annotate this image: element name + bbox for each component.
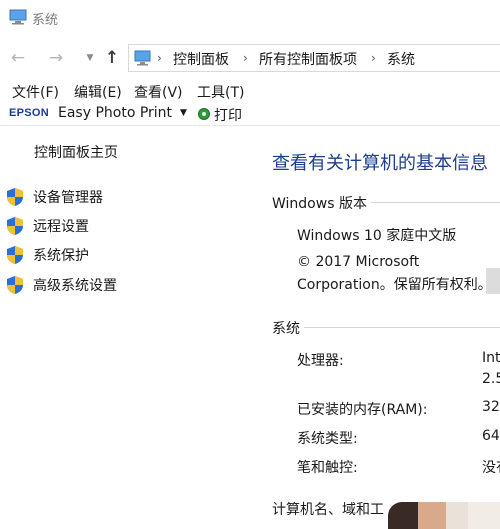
- title-bar: 系统: [0, 0, 500, 34]
- sidebar-item-label: 远程设置: [33, 219, 89, 235]
- control-panel-home-link[interactable]: 控制面板主页: [34, 142, 118, 162]
- forward-arrow-icon[interactable]: →: [46, 48, 66, 68]
- recent-locations-chevron-icon[interactable]: ▼: [80, 48, 100, 68]
- system-type-label: 系统类型:: [297, 431, 358, 447]
- breadcrumb-all-items[interactable]: 所有控制面板项: [259, 49, 357, 69]
- window-title: 系统: [32, 13, 59, 28]
- menu-edit[interactable]: 编辑(E): [74, 82, 122, 102]
- breadcrumb-control-panel[interactable]: 控制面板: [173, 49, 229, 69]
- command-toolbar: EPSON Easy Photo Print ▼ 打印: [0, 102, 500, 126]
- processor-value-line-2: 2.5: [482, 371, 500, 387]
- sidebar: 控制面板主页 设备管理器 远程设置 系统保护 高级系统设置: [0, 126, 262, 529]
- up-arrow-icon[interactable]: ↑: [102, 48, 122, 68]
- menu-file[interactable]: 文件(F): [12, 82, 59, 102]
- processor-label: 处理器:: [297, 353, 344, 369]
- copyright-line-1: © 2017 Microsoft: [297, 254, 420, 270]
- copyright-line-2: Corporation。保留所有权利。: [297, 277, 492, 293]
- breadcrumb-separator-icon[interactable]: ›: [371, 51, 376, 65]
- section-divider: [362, 202, 500, 203]
- system-window-icon: [9, 9, 27, 25]
- sidebar-item-remote-settings[interactable]: 远程设置: [0, 215, 262, 237]
- sidebar-item-label: 高级系统设置: [33, 278, 117, 294]
- watermark-block: [388, 502, 420, 529]
- uac-shield-icon: [7, 217, 23, 235]
- menu-view[interactable]: 查看(V): [134, 82, 183, 102]
- print-button[interactable]: 打印: [214, 105, 242, 125]
- uac-shield-icon: [7, 276, 23, 294]
- windows-edition-section-title: Windows 版本: [272, 193, 371, 213]
- menu-bar: 文件(F) 编辑(E) 查看(V) 工具(T): [0, 80, 500, 102]
- ram-label: 已安装的内存(RAM):: [297, 402, 428, 418]
- sidebar-item-system-protection[interactable]: 系统保护: [0, 244, 262, 266]
- ram-value: 32: [482, 399, 500, 415]
- breadcrumb-separator-icon[interactable]: ›: [243, 51, 248, 65]
- watermark-block: [468, 502, 500, 529]
- processor-value: Int: [482, 350, 500, 366]
- page-title: 查看有关计算机的基本信息: [272, 153, 488, 174]
- easy-photo-print-button[interactable]: Easy Photo Print: [58, 105, 172, 121]
- print-icon[interactable]: [198, 108, 210, 120]
- system-type-value: 64: [482, 428, 500, 444]
- pen-touch-label: 笔和触控:: [297, 460, 358, 476]
- scroll-thumb[interactable]: [486, 268, 500, 294]
- pen-touch-value: 没有: [482, 460, 500, 476]
- sidebar-item-advanced-settings[interactable]: 高级系统设置: [0, 274, 262, 296]
- sidebar-item-label: 系统保护: [33, 248, 89, 264]
- section-divider: [304, 327, 500, 328]
- computer-name-section-title: 计算机名、域和工: [272, 499, 388, 519]
- main-content: 查看有关计算机的基本信息 Windows 版本 Windows 10 家庭中文版…: [262, 126, 500, 529]
- uac-shield-icon: [7, 188, 23, 206]
- breadcrumb-separator-icon[interactable]: ›: [157, 51, 162, 65]
- address-bar[interactable]: › 控制面板 › 所有控制面板项 › 系统: [128, 44, 500, 72]
- control-panel-icon: [134, 50, 151, 66]
- navigation-bar: ← → ▼ ↑ › 控制面板 › 所有控制面板项 › 系统: [0, 40, 500, 76]
- sidebar-item-device-manager[interactable]: 设备管理器: [0, 186, 262, 208]
- epson-logo: EPSON: [9, 107, 50, 119]
- watermark-block: [446, 502, 468, 529]
- windows-edition-value: Windows 10 家庭中文版: [297, 228, 457, 244]
- uac-shield-icon: [7, 246, 23, 264]
- breadcrumb-system[interactable]: 系统: [387, 49, 415, 69]
- watermark-block: [418, 502, 446, 529]
- menu-tools[interactable]: 工具(T): [197, 82, 244, 102]
- back-arrow-icon[interactable]: ←: [8, 48, 28, 68]
- sidebar-item-label: 设备管理器: [33, 190, 103, 206]
- easy-photo-print-dropdown-icon[interactable]: ▼: [180, 108, 187, 118]
- system-section-title: 系统: [272, 318, 304, 338]
